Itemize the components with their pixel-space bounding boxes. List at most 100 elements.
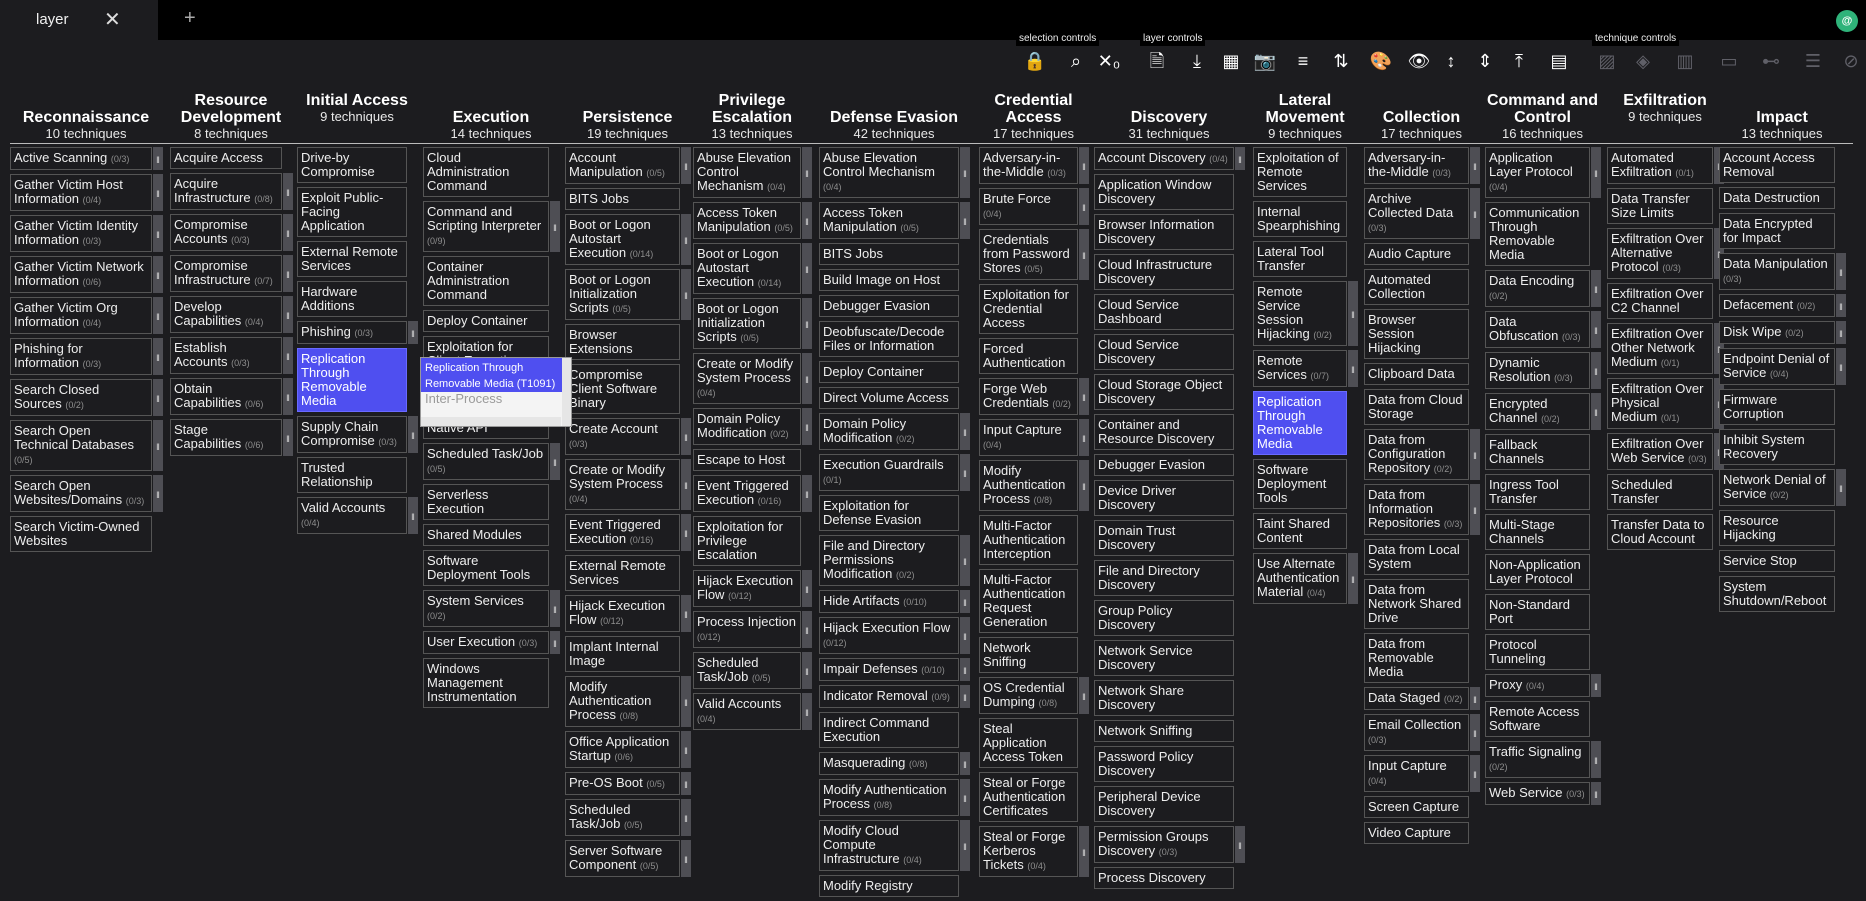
technique-cell[interactable]: Hijack Execution Flow (0/12) ‖ [693,570,812,607]
expand-subtechniques-handle[interactable]: ‖ [1836,348,1846,385]
expand-subtechniques-handle[interactable]: ‖ [1836,253,1846,290]
technique-cell[interactable]: External Remote Services [565,555,680,591]
expand-subtechniques-handle[interactable]: ‖ [1079,460,1089,511]
technique-cell[interactable]: Debugger Evasion [819,295,959,317]
technique-cell[interactable]: Replication Through Removable Media [1253,391,1347,455]
technique-cell[interactable]: Account Access Removal [1719,147,1835,183]
technique-cell[interactable]: Scheduled Transfer [1607,474,1713,510]
technique-cell[interactable]: Device Driver Discovery [1094,480,1234,516]
expand-subtechniques-handle[interactable]: ‖ [153,215,163,252]
technique-cell[interactable]: Event Triggered Execution (0/16) ‖ [693,475,812,512]
expand-subtechniques-handle[interactable]: ‖ [1079,677,1089,714]
expand-subtechniques-handle[interactable]: ‖ [408,497,418,534]
expand-subtechniques-handle[interactable]: ‖ [1591,352,1601,389]
expand-subtechniques-handle[interactable]: ‖ [681,731,691,768]
technique-cell[interactable]: Compromise Infrastructure (0/7) ‖ [170,255,293,292]
technique-cell[interactable]: Multi-Stage Channels [1485,514,1590,550]
technique-cell[interactable]: Gather Victim Network Information (0/6) ‖ [10,256,163,293]
technique-cell[interactable]: Video Capture [1364,822,1469,844]
technique-cell[interactable]: Server Software Component (0/5) ‖ [565,840,691,877]
expand-subtechniques-handle[interactable]: ‖ [153,297,163,334]
expand-subtechniques-handle[interactable]: ‖ [802,475,812,512]
dropdown-selected-option[interactable]: Replication Through Removable Media (T10… [421,358,564,392]
technique-cell[interactable]: File and Directory Discovery [1094,560,1234,596]
technique-cell[interactable]: Data from Network Shared Drive [1364,579,1469,629]
technique-cell[interactable]: Exfiltration Over C2 Channel [1607,283,1713,319]
technique-cell[interactable]: Peripheral Device Discovery [1094,786,1234,822]
technique-cell[interactable]: Command and Scripting Interpreter (0/9) ‖ [423,201,560,252]
technique-cell[interactable]: Hijack Execution Flow (0/12) ‖ [565,595,691,632]
technique-cell[interactable]: Abuse Elevation Control Mechanism (0/4) ‖ [693,147,812,198]
technique-cell[interactable]: Password Policy Discovery [1094,746,1234,782]
technique-cell[interactable]: User Execution (0/3) ‖ [423,631,560,654]
technique-cell[interactable]: Browser Information Discovery [1094,214,1234,250]
technique-cell[interactable]: Browser Extensions [565,324,680,360]
technique-cell[interactable]: Application Window Discovery [1094,174,1234,210]
expand-subtechniques-handle[interactable]: ‖ [1079,229,1089,280]
technique-cell[interactable]: Stage Capabilities (0/6) ‖ [170,419,293,456]
technique-cell[interactable]: Defacement (0/2) ‖ [1719,294,1846,317]
technique-cell[interactable]: Firmware Corruption [1719,389,1835,425]
export-excel-icon[interactable]: ▦ [1218,48,1244,74]
expand-subtechniques-handle[interactable]: ‖ [1235,147,1245,170]
technique-cell[interactable]: Transfer Data to Cloud Account [1607,514,1713,550]
technique-cell[interactable]: Data Encoding (0/2) ‖ [1485,270,1601,307]
expand-subtechniques-handle[interactable]: ‖ [802,147,812,198]
technique-cell[interactable]: Replication Through Removable Media [297,348,407,412]
technique-cell[interactable]: Debugger Evasion [1094,454,1234,476]
technique-cell[interactable]: Event Triggered Execution (0/16) ‖ [565,514,691,551]
expand-subtechniques-handle[interactable]: ‖ [550,590,560,627]
technique-cell[interactable]: Indicator Removal (0/9) ‖ [819,685,970,708]
expand-subtechniques-handle[interactable]: ‖ [1591,270,1601,307]
technique-cell[interactable]: Acquire Infrastructure (0/8) ‖ [170,173,293,210]
technique-cell[interactable]: Clipboard Data [1364,363,1469,385]
tactic-header[interactable]: Persistence 19 techniques [565,109,690,142]
expand-subtechniques-handle[interactable]: ‖ [681,269,691,320]
technique-cell[interactable]: Boot or Logon Initialization Scripts (0/… [693,298,812,349]
technique-cell[interactable]: Drive-by Compromise [297,147,407,183]
technique-cell[interactable]: Boot or Logon Autostart Execution (0/14)… [565,214,691,265]
expand-subtechniques-handle[interactable]: ‖ [1235,826,1245,863]
technique-cell[interactable]: Group Policy Discovery [1094,600,1234,636]
expand-subtechniques-handle[interactable]: ‖ [1348,553,1358,604]
technique-cell[interactable]: Network Denial of Service (0/2) ‖ [1719,469,1846,506]
tactic-header[interactable]: Privilege Escalation 13 techniques [693,92,811,142]
technique-cell[interactable]: Steal or Forge Kerberos Tickets (0/4) ‖ [979,826,1089,877]
technique-cell[interactable]: Input Capture (0/4) ‖ [1364,755,1480,792]
technique-cell[interactable]: Boot or Logon Initialization Scripts (0/… [565,269,691,320]
technique-cell[interactable]: Application Layer Protocol (0/4) ‖ [1485,147,1601,198]
expand-subtechniques-handle[interactable]: ‖ [1591,782,1601,805]
tactic-header[interactable]: Exfiltration 9 techniques [1607,92,1723,125]
tactic-header[interactable]: Command and Control 16 techniques [1485,92,1600,142]
technique-cell[interactable]: Taint Shared Content [1253,513,1347,549]
tactic-header[interactable]: Initial Access 9 techniques [297,92,417,125]
technique-cell[interactable]: Container Administration Command [423,256,549,306]
technique-cell[interactable]: Scheduled Task/Job (0/5) ‖ [693,652,812,689]
technique-cell[interactable]: Gather Victim Host Information (0/4) ‖ [10,174,163,211]
technique-cell[interactable]: Windows Management Instrumentation [423,658,549,708]
technique-cell[interactable]: Encrypted Channel (0/2) ‖ [1485,393,1601,430]
technique-cell[interactable]: Traffic Signaling (0/2) ‖ [1485,741,1601,778]
expand-subtechniques-handle[interactable]: ‖ [1836,321,1846,344]
technique-cell[interactable]: Brute Force (0/4) ‖ [979,188,1089,225]
technique-cell[interactable]: Archive Collected Data (0/3) ‖ [1364,188,1480,239]
technique-cell[interactable]: Exploitation for Credential Access [979,284,1078,334]
expand-subtechniques-handle[interactable]: ‖ [153,147,163,170]
technique-cell[interactable]: Implant Internal Image [565,636,680,672]
technique-cell[interactable]: Deploy Container [819,361,959,383]
expand-subtechniques-handle[interactable]: ‖ [960,413,970,450]
expand-subtechniques-handle[interactable]: ‖ [283,378,293,415]
expand-subtechniques-handle[interactable]: ‖ [153,338,163,375]
technique-cell[interactable]: Valid Accounts (0/4) ‖ [693,693,812,730]
expand-subtechniques-handle[interactable]: ‖ [1470,147,1480,184]
expand-subtechniques-handle[interactable]: ‖ [960,685,970,708]
technique-cell[interactable]: File and Directory Permissions Modificat… [819,535,970,586]
expand-subtechniques-handle[interactable]: ‖ [802,202,812,239]
layout-icon[interactable]: ▤ [1546,48,1572,74]
technique-cell[interactable]: System Shutdown/Reboot [1719,576,1835,612]
show-all-icon[interactable]: ⇕ [1472,48,1498,74]
technique-cell[interactable]: Search Open Technical Databases (0/5) ‖ [10,420,163,471]
technique-cell[interactable]: Search Victim-Owned Websites [10,516,152,552]
expand-subtechniques-handle[interactable]: ‖ [681,418,691,455]
technique-cell[interactable]: Boot or Logon Autostart Execution (0/14)… [693,243,812,294]
